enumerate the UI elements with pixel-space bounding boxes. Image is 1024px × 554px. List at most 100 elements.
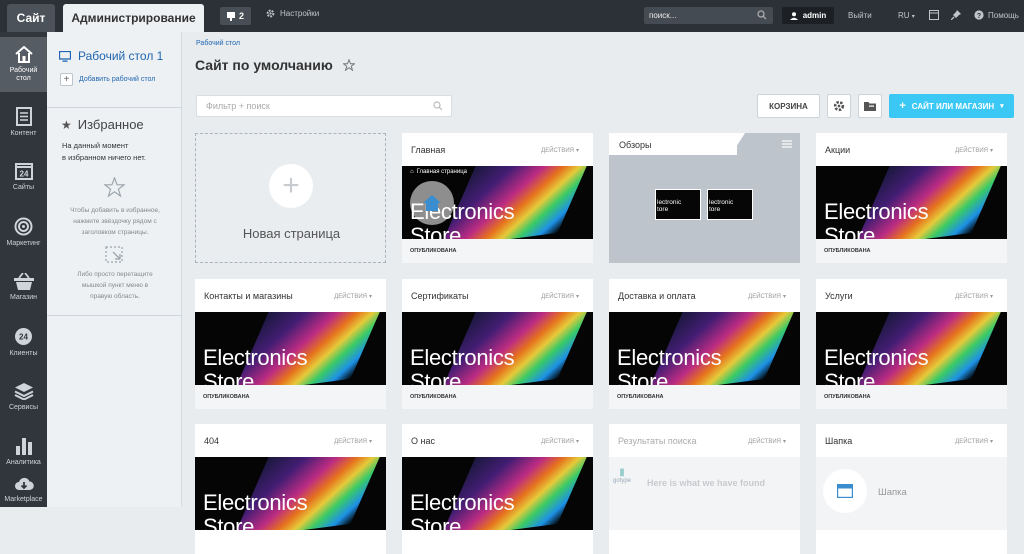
brand-line: Store [410,369,462,386]
chevron-down-icon: ▾ [368,439,372,445]
logout-link[interactable]: Выйти [848,11,872,20]
chevron-down-icon: ▾ [1000,103,1004,110]
notifications-button[interactable]: 2 [220,7,251,25]
page-card[interactable]: Акции ДЕЙСТВИЯ ▾ Electronics Store ОПУБЛИК… [816,133,1007,263]
folder-button[interactable] [858,94,882,118]
language-selector[interactable]: RU ▾ [898,11,915,20]
preview-brand: Electronics Store [617,346,722,386]
nav-item-services[interactable]: Сервисы [0,369,47,424]
card-actions-button[interactable]: ДЕЙСТВИЯ ▾ [955,438,993,446]
card-actions-button[interactable]: ДЕЙСТВИЯ ▾ [334,293,372,301]
card-preview: Electronics Store [402,312,593,385]
nav-label: Сервисы [8,404,38,411]
page-card[interactable]: Сертификаты ДЕЙСТВИЯ ▾ Electronics Store О… [402,279,593,409]
folder-thumbnail: lectronic tore [655,189,701,220]
hint-line: мышкой пункт меню в [81,282,149,289]
nav-label: стол [16,75,31,82]
hint-line: заголовком страницы. [81,229,149,236]
nav-item-desktop[interactable]: Рабочий стол [0,37,47,92]
divider [47,107,182,108]
card-actions-button[interactable]: ДЕЙСТВИЯ ▾ [334,438,372,446]
actions-label: ДЕЙСТВИЯ [334,293,367,300]
bar-chart-icon [15,438,32,455]
help-link[interactable]: ? Помощь [974,10,1019,20]
folder-thumbnail: lectronic tore [707,189,753,220]
chevron-down-icon: ▾ [989,439,993,445]
book-icon: ▮ [619,467,625,478]
nav-item-marketplace[interactable]: Marketplace [0,462,47,517]
layers-icon [14,383,33,400]
actions-label: ДЕЙСТВИЯ [541,293,574,300]
card-actions-button[interactable]: ДЕЙСТВИЯ ▾ [541,438,579,446]
tab-administration[interactable]: Администрирование [63,4,204,32]
preview-logo: ▮ gotype [613,467,631,484]
desktop-title-label: Рабочий стол 1 [78,49,164,63]
divider [47,315,182,316]
hint-line: Либо просто перетащите [77,271,153,278]
page-card[interactable]: Доставка и оплата ДЕЙСТВИЯ ▾ Electronics S… [609,279,800,409]
status-badge: ОПУБЛИКОВАНА [816,239,1007,263]
chevron-down-icon: ▾ [575,148,579,154]
gear-icon [833,100,845,112]
menu-icon[interactable] [782,140,792,148]
filter-search-input[interactable]: Фильтр + поиск [196,95,452,117]
actions-label: ДЕЙСТВИЯ [955,438,988,445]
folder-card[interactable]: Обзоры lectronic tore lectronic tore [609,133,800,263]
top-bar: Сайт Администрирование 2 Настройки поиск… [0,0,1024,32]
add-site-button[interactable]: + САЙТ ИЛИ МАГАЗИН ▾ [889,94,1014,118]
page-card[interactable]: Услуги ДЕЙСТВИЯ ▾ Electronics Store ОПУБЛИ… [816,279,1007,409]
page-card[interactable]: Главная ДЕЙСТВИЯ ▾ Electronics Store ⌂ Глав… [402,133,593,263]
actions-label: ДЕЙСТВИЯ [541,438,574,445]
thumb-line: tore [709,206,721,213]
nav-item-clients[interactable]: 24 Клиенты [0,314,47,369]
brand-line: Store [410,223,462,240]
nav-item-shop[interactable]: Магазин [0,259,47,314]
favorites-empty-line: На данный момент [62,141,129,150]
chevron-down-icon: ▾ [911,14,915,20]
breadcrumb[interactable]: Рабочий стол [196,40,240,47]
nav-item-content[interactable]: Контент [0,94,47,149]
actions-label: ДЕЙСТВИЯ [748,438,781,445]
chevron-down-icon: ▾ [782,294,786,300]
page-card[interactable]: Результаты поиска ДЕЙСТВИЯ ▾ ▮ gotype Here… [609,424,800,554]
search-icon [433,101,443,111]
status-badge: ОПУБЛИКОВАНА [609,385,800,409]
add-desktop-button[interactable]: + Добавить рабочий стол [60,73,155,86]
page-card[interactable]: Контакты и магазины ДЕЙСТВИЯ ▾ Electronic… [195,279,386,409]
hint-line: нажмите звёздочку рядом с [73,218,157,225]
card-actions-button[interactable]: ДЕЙСТВИЯ ▾ [955,147,993,155]
card-actions-button[interactable]: ДЕЙСТВИЯ ▾ [955,293,993,301]
nav-item-sites[interactable]: 24 Сайты [0,149,47,204]
thumb-line: tore [657,206,669,213]
tab-site[interactable]: Сайт [7,4,55,32]
search-input[interactable]: поиск... [644,7,773,24]
new-page-card[interactable]: + Новая страница [195,133,386,263]
hint-line: правую область. [90,293,140,300]
card-actions-button[interactable]: ДЕЙСТВИЯ ▾ [541,293,579,301]
window-icon[interactable] [929,10,939,20]
card-actions-button[interactable]: ДЕЙСТВИЯ ▾ [748,438,786,446]
trash-button[interactable]: КОРЗИНА [757,94,820,118]
page-card[interactable]: О нас ДЕЙСТВИЯ ▾ Electronics Store [402,424,593,554]
nav-item-marketing[interactable]: Маркетинг [0,204,47,259]
page-card[interactable]: 404 ДЕЙСТВИЯ ▾ Electronics Store [195,424,386,554]
card-actions-button[interactable]: ДЕЙСТВИЯ ▾ [748,293,786,301]
desktop-title[interactable]: Рабочий стол 1 [59,49,163,63]
page-card[interactable]: Шапка ДЕЙСТВИЯ ▾ Шапка [816,424,1007,554]
nav-label: Магазин [9,293,37,301]
card-actions-button[interactable]: ДЕЙСТВИЯ ▾ [541,147,579,155]
actions-label: ДЕЙСТВИЯ [541,147,574,154]
target-icon [14,217,33,235]
user-menu[interactable]: admin [782,7,834,24]
filter-placeholder: Фильтр + поиск [206,101,270,111]
settings-link[interactable]: Настройки [266,9,319,18]
new-page-label: Новая страница [242,226,341,241]
pin-icon[interactable] [951,10,961,20]
settings-button[interactable] [827,94,851,118]
flag-icon [226,11,235,21]
actions-label: ДЕЙСТВИЯ [748,293,781,300]
star-outline-icon[interactable] [342,59,355,71]
card-preview: Electronics Store [402,457,593,530]
card-preview: ▮ gotype Here is what we have found [609,457,800,530]
preview-brand: Electronics Store [824,346,929,386]
